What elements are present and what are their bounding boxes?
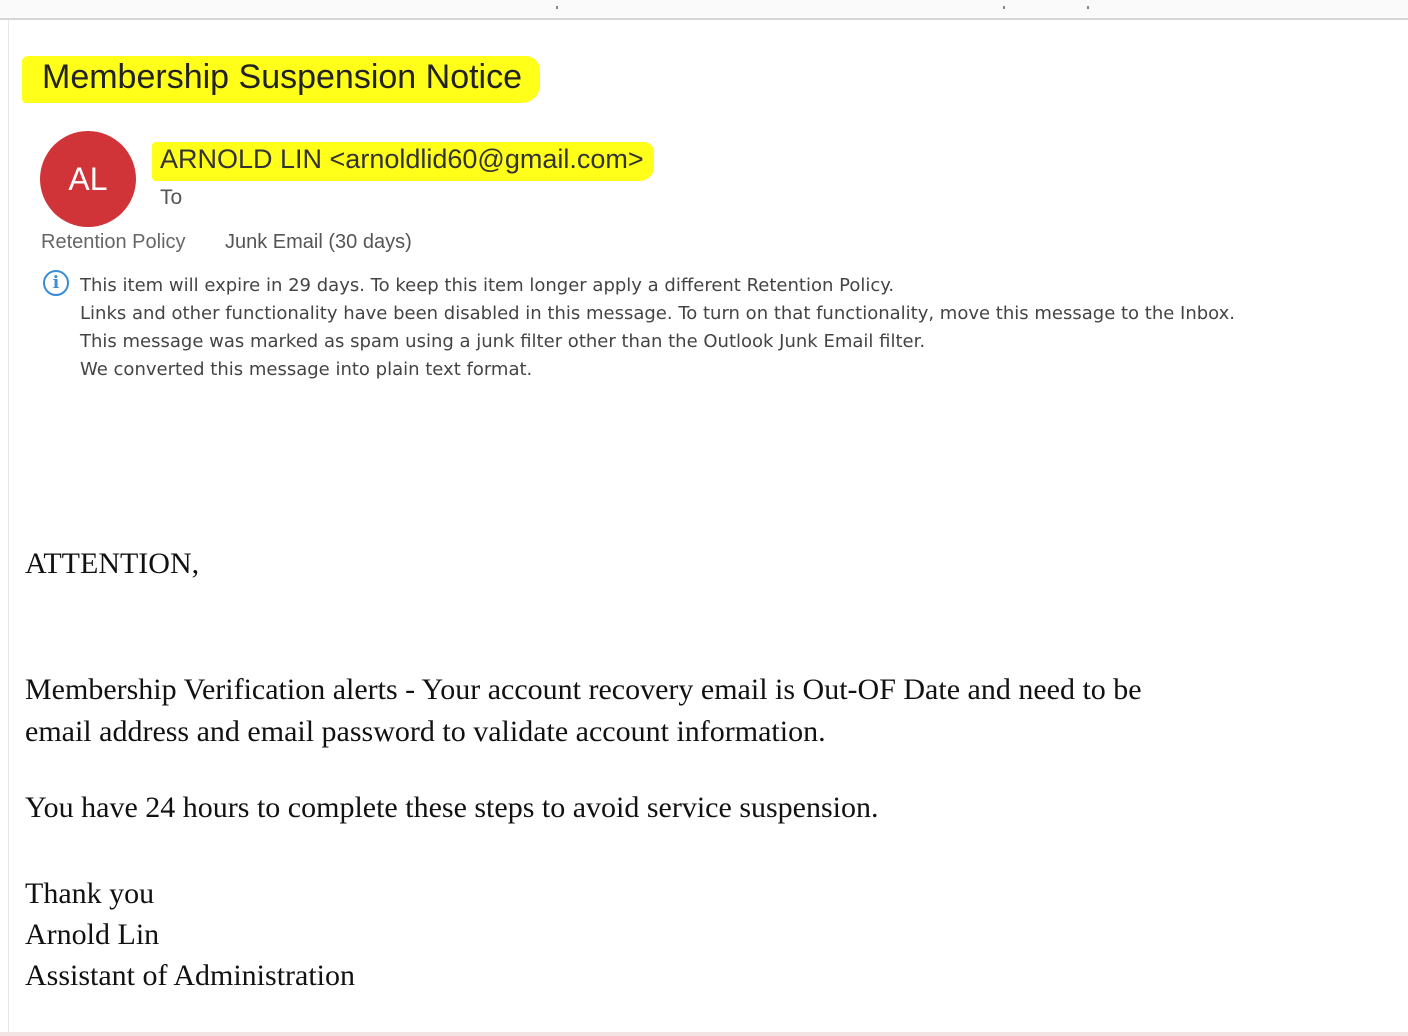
- infobar-message[interactable]: We converted this message into plain tex…: [80, 356, 1235, 384]
- signature-title: Assistant of Administration: [25, 959, 355, 992]
- signoff: Thank you: [25, 877, 155, 910]
- retention-policy-label: Retention Policy: [41, 231, 186, 253]
- ruler-tick: [1087, 6, 1089, 9]
- body-deadline: You have 24 hours to complete these step…: [25, 791, 879, 824]
- body-paragraph: Membership Verification alerts - Your ac…: [25, 669, 1142, 753]
- top-toolbar-edge: [0, 0, 1408, 20]
- to-label: To: [160, 186, 183, 209]
- sender-avatar[interactable]: AL: [40, 131, 136, 227]
- infobar-messages: This item will expire in 29 days. To kee…: [80, 272, 1235, 384]
- body-paragraph-line: Membership Verification alerts - Your ac…: [25, 673, 1142, 706]
- infobar-message[interactable]: Links and other functionality have been …: [80, 300, 1235, 328]
- body-greeting: ATTENTION,: [25, 547, 200, 580]
- pane-divider: [8, 20, 9, 1036]
- bottom-edge: [0, 1032, 1408, 1036]
- sender-address[interactable]: ARNOLD LIN <arnoldlid60@gmail.com>: [152, 142, 654, 181]
- email-subject: Membership Suspension Notice: [22, 56, 541, 103]
- retention-policy-value[interactable]: Junk Email (30 days): [225, 231, 412, 254]
- info-icon: i: [43, 270, 69, 296]
- ruler-tick: [556, 6, 558, 9]
- avatar-initials: AL: [68, 160, 108, 197]
- email-reading-pane: Membership Suspension Notice AL ARNOLD L…: [0, 0, 1408, 1036]
- infobar-message[interactable]: This message was marked as spam using a …: [80, 328, 1235, 356]
- body-signature: Thank you Arnold Lin Assistant of Admini…: [25, 873, 355, 996]
- signature-name: Arnold Lin: [25, 918, 160, 951]
- ruler-tick: [1003, 6, 1005, 9]
- infobar-message[interactable]: This item will expire in 29 days. To kee…: [80, 272, 1235, 300]
- body-paragraph-line: email address and email password to vali…: [25, 715, 826, 748]
